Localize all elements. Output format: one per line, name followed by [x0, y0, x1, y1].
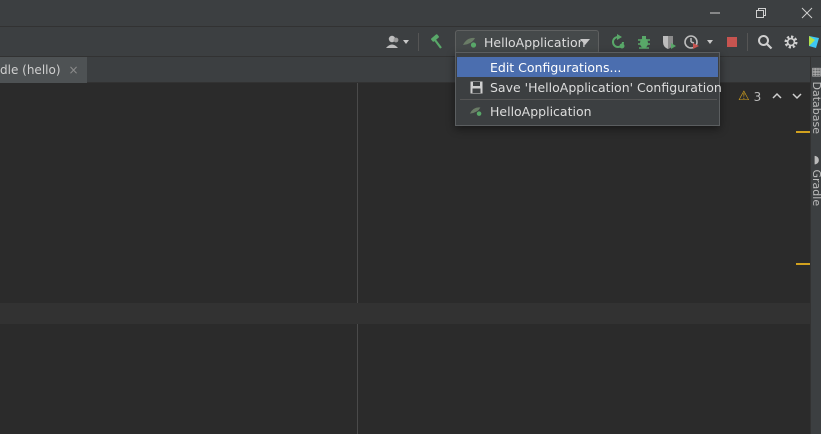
search-everywhere-button[interactable] [755, 31, 775, 53]
database-label: Database [810, 81, 821, 135]
rerun-button[interactable] [608, 31, 628, 53]
chevron-down-icon [792, 93, 802, 100]
menu-item-save-configuration[interactable]: Save 'HelloApplication' Configuration [457, 77, 722, 97]
right-tool-strip: ▦ Database ◗ Gradle [810, 57, 821, 434]
menu-item-edit-configurations[interactable]: Edit Configurations... [457, 57, 718, 77]
run-with-coverage-button[interactable] [659, 31, 679, 53]
gradle-label: Gradle [810, 169, 821, 207]
toolbar-separator [747, 33, 748, 51]
menu-item-label: HelloApplication [490, 103, 592, 119]
run-config-icon [463, 37, 477, 48]
search-icon [758, 35, 773, 50]
toolbar-separator [418, 33, 419, 51]
warning-icon: ⚠ [738, 89, 750, 104]
user-dropdown-icon [386, 35, 409, 48]
code-editor[interactable]: ⚠ 3 [0, 83, 810, 434]
settings-gear-icon [784, 35, 798, 49]
coverage-icon [663, 36, 676, 49]
settings-button[interactable] [781, 31, 801, 53]
stop-button[interactable] [723, 31, 741, 53]
tab-label: dle (hello) [0, 63, 61, 77]
gradle-elephant-icon: ◗ [810, 153, 821, 166]
warning-stripe-mark[interactable] [796, 131, 810, 133]
build-hammer-icon [431, 34, 442, 49]
warning-stripe-mark[interactable] [796, 263, 810, 265]
save-floppy-icon [469, 80, 483, 94]
database-icon: ▦ [810, 65, 821, 78]
user-menu-button[interactable] [384, 31, 412, 53]
inspection-widget[interactable]: ⚠ 3 [738, 89, 761, 104]
menu-item-label: Edit Configurations... [490, 59, 622, 75]
warning-count: 3 [753, 89, 762, 104]
profiler-button[interactable] [683, 31, 717, 53]
minimize-button[interactable] [692, 0, 738, 26]
debug-button[interactable] [634, 31, 654, 53]
next-highlight-button[interactable] [790, 89, 804, 103]
database-tool-button[interactable]: ▦ Database [810, 65, 821, 134]
run-configuration-selector[interactable]: HelloApplication [455, 30, 599, 54]
close-icon [801, 7, 813, 19]
rerun-icon [612, 34, 625, 49]
title-bar [0, 0, 821, 26]
close-window-button[interactable] [784, 0, 821, 26]
menu-item-label: Save 'HelloApplication' Configuration [490, 79, 722, 95]
minimize-icon [710, 12, 720, 14]
jetbrains-toolbox-button[interactable] [807, 31, 821, 53]
debug-bug-icon [638, 36, 650, 49]
current-line-highlight [0, 303, 810, 324]
build-button[interactable] [425, 31, 447, 53]
restore-icon [756, 8, 766, 18]
run-configurations-popup: Edit Configurations... Save 'HelloApplic… [455, 52, 722, 126]
run-configuration-label: HelloApplication [484, 34, 586, 50]
previous-highlight-button[interactable] [770, 89, 784, 103]
right-margin-guide [357, 83, 358, 434]
menu-item-hello-application[interactable]: HelloApplication [457, 101, 718, 121]
close-tab-icon[interactable]: × [69, 63, 79, 77]
jetbrains-logo-icon [809, 36, 819, 48]
stop-icon [727, 37, 737, 47]
gradle-tool-button[interactable]: ◗ Gradle [810, 153, 821, 206]
profiler-icon [684, 35, 713, 49]
chevron-up-icon [772, 92, 782, 99]
menu-separator [460, 99, 717, 100]
tab-build-gradle[interactable]: dle (hello) × [0, 57, 87, 83]
run-config-icon [469, 104, 483, 118]
chevron-down-icon [580, 39, 590, 45]
restore-button[interactable] [738, 0, 784, 26]
